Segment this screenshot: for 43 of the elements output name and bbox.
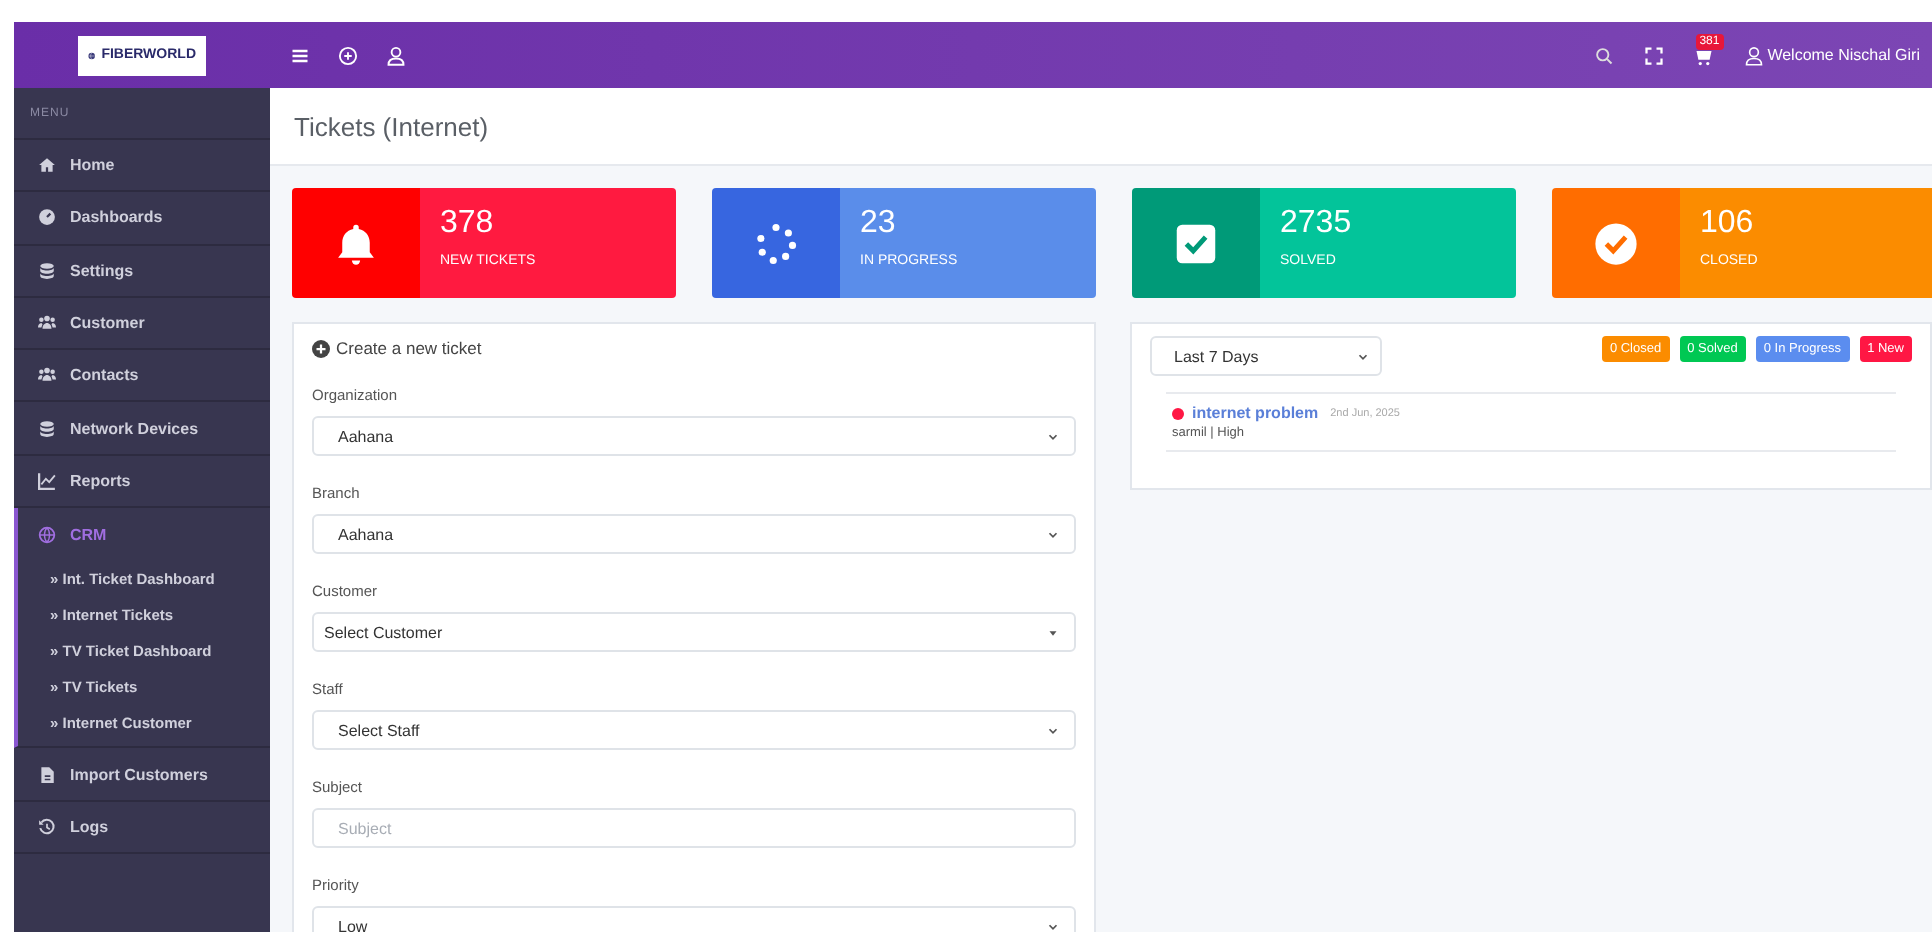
- file-icon: [38, 765, 56, 784]
- history-icon: [38, 817, 56, 836]
- caret-icon: [1356, 349, 1370, 363]
- users-icon: [38, 314, 56, 333]
- plus-circle-icon: [312, 339, 330, 357]
- check-circle-icon: [1594, 221, 1638, 265]
- caret-icon: [1046, 625, 1060, 639]
- select-field[interactable]: Select Customer: [312, 612, 1076, 652]
- select-field[interactable]: Aahana: [312, 514, 1076, 554]
- form-title: Create a new ticket: [336, 338, 482, 358]
- home-icon: [38, 156, 56, 175]
- select-field[interactable]: Low: [312, 906, 1076, 932]
- gauge-icon: [38, 208, 56, 227]
- users-icon: [38, 366, 56, 385]
- stat-value: 2735: [1280, 206, 1354, 242]
- spinner-icon: [754, 221, 798, 265]
- fullscreen-icon[interactable]: [1643, 45, 1664, 65]
- caret-icon: [1046, 527, 1060, 541]
- page-title: Tickets (Internet): [294, 111, 489, 141]
- caret-icon: [1046, 919, 1060, 932]
- user-icon[interactable]: [386, 45, 406, 65]
- stat-value: 23: [860, 206, 898, 242]
- text-field[interactable]: Subject: [312, 808, 1076, 848]
- stat-value: 106: [1700, 206, 1756, 242]
- caret-icon: [1046, 723, 1060, 737]
- line-chart-icon: [38, 471, 56, 490]
- user-icon: [1743, 45, 1764, 65]
- stat-value: 378: [440, 206, 496, 242]
- plus-circle-icon[interactable]: [338, 45, 358, 65]
- ticket-link[interactable]: internet problem: [1192, 404, 1319, 422]
- database-icon: [38, 261, 56, 280]
- checkbox-icon: [1174, 221, 1218, 265]
- search-icon[interactable]: [1593, 45, 1614, 65]
- select-field[interactable]: Aahana: [312, 416, 1076, 456]
- user-menu[interactable]: Welcome Nischal Giri: [1743, 45, 1920, 65]
- menu-icon[interactable]: [290, 45, 310, 65]
- bell-icon: [334, 221, 378, 265]
- caret-icon: [1046, 429, 1060, 443]
- database-icon: [38, 419, 56, 438]
- cart-icon[interactable]: [1693, 45, 1714, 65]
- globe-icon: [38, 525, 56, 544]
- select-field[interactable]: Select Staff: [312, 710, 1076, 750]
- period-select[interactable]: Last 7 Days: [1150, 336, 1382, 376]
